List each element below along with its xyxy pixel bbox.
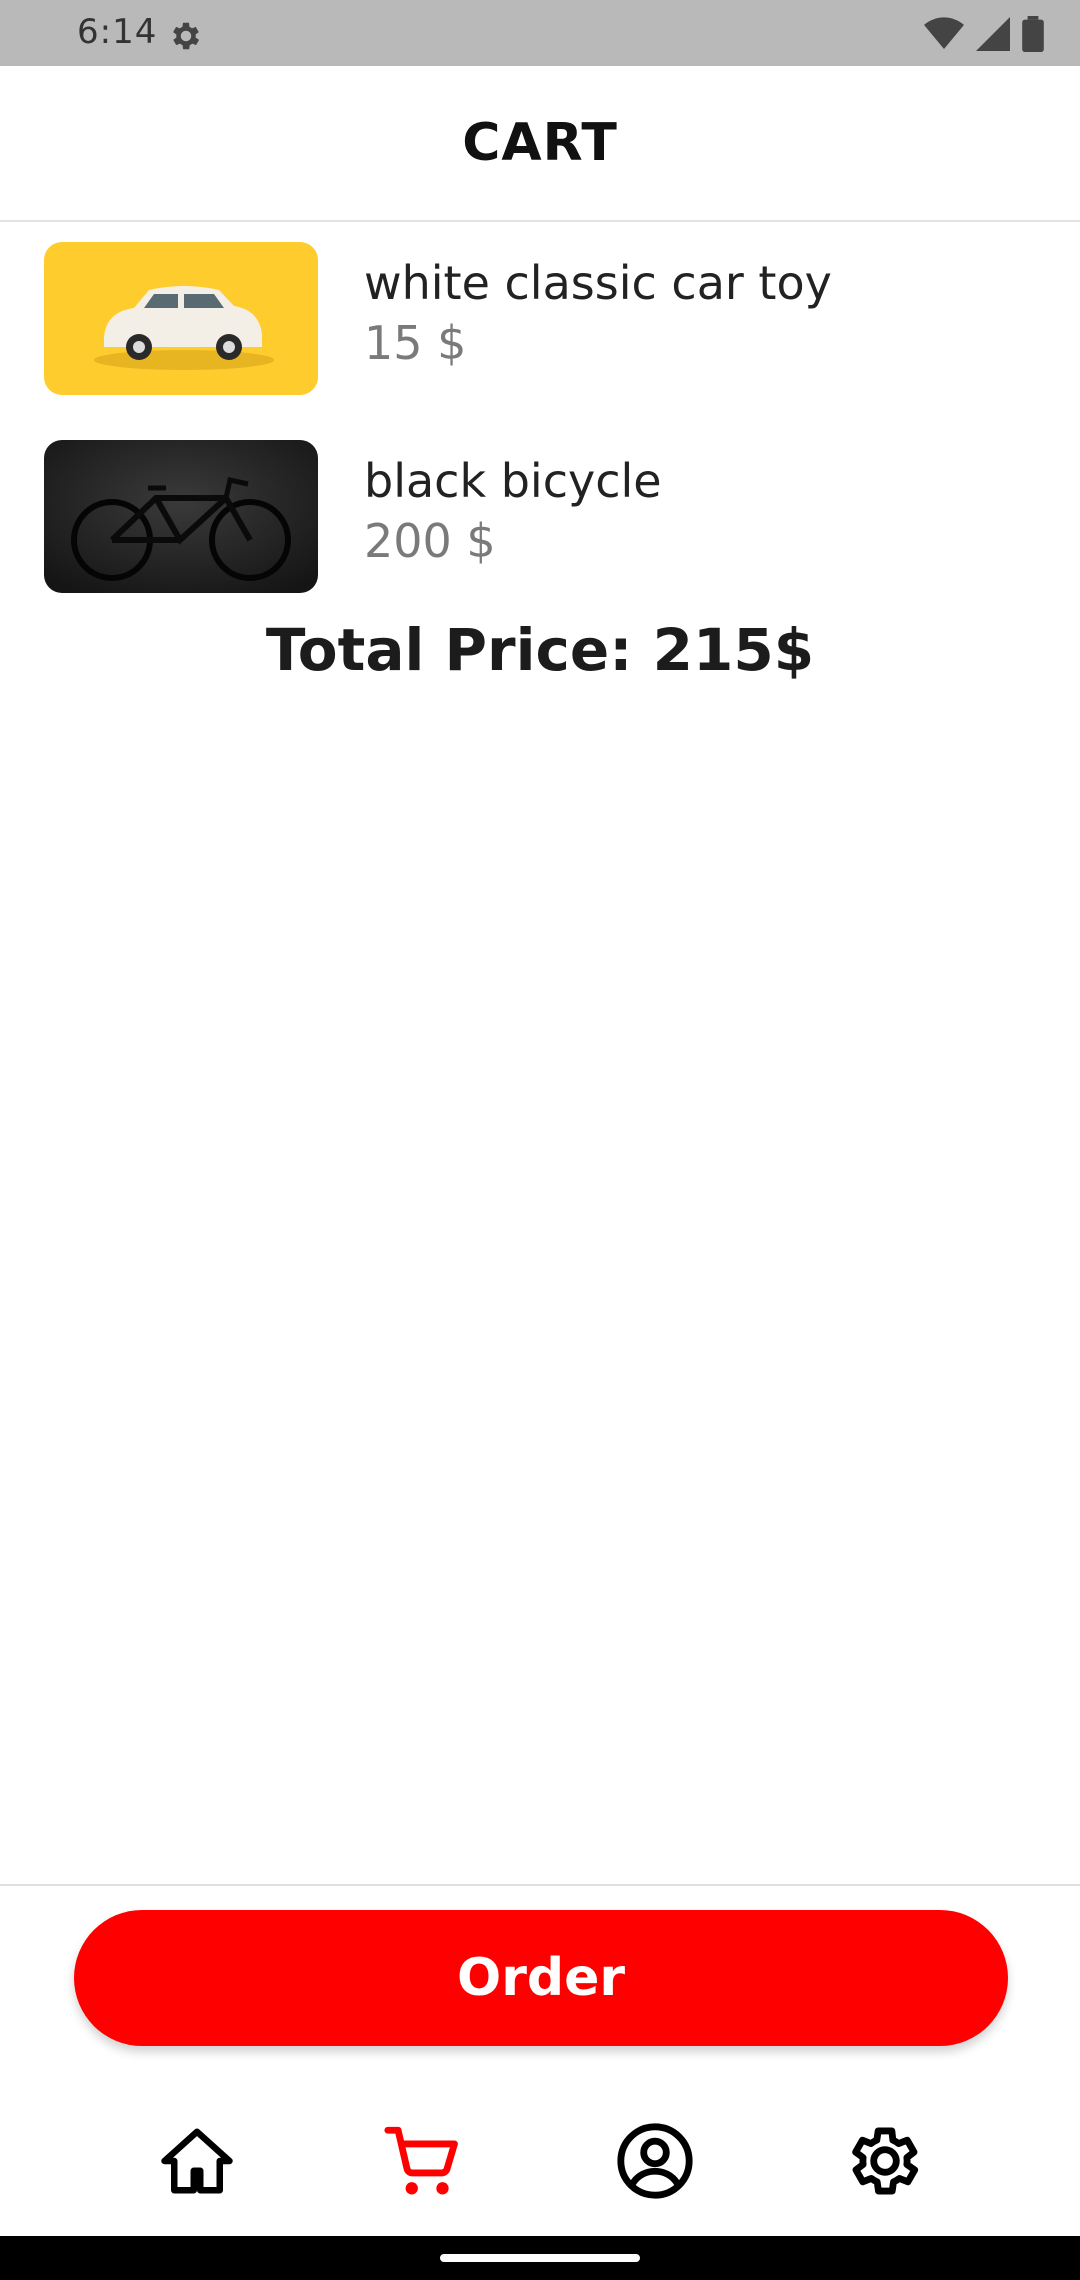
app-header: CART — [0, 66, 1080, 222]
status-bar: 6:14 — [0, 0, 1080, 66]
item-name: white classic car toy — [364, 256, 832, 310]
account-icon — [617, 2123, 693, 2199]
order-bar: Order — [0, 1884, 1080, 2068]
white-car-toy-image — [44, 242, 318, 395]
status-time: 6:14 — [77, 12, 158, 52]
gesture-handle[interactable] — [440, 2254, 640, 2262]
order-button[interactable]: Order — [74, 1910, 1008, 2046]
item-price: 15 $ — [364, 316, 467, 370]
page-title: CART — [462, 113, 618, 173]
settings-icon — [852, 2127, 919, 2195]
system-icons — [924, 16, 1044, 52]
cart-list: white classic car toy 15 $ black bicycle… — [0, 222, 1080, 618]
cellular-signal-icon — [976, 17, 1010, 51]
battery-icon — [1022, 16, 1044, 52]
nav-home[interactable] — [152, 2116, 242, 2206]
wifi-icon — [924, 17, 964, 49]
black-bicycle-image — [44, 440, 318, 593]
settings-icon — [173, 22, 200, 50]
item-price: 200 $ — [364, 514, 496, 568]
total-price: Total Price: 215$ — [265, 616, 815, 684]
cart-item[interactable]: black bicycle 200 $ — [0, 420, 1080, 618]
home-icon — [161, 2128, 233, 2194]
nav-account[interactable] — [610, 2116, 700, 2206]
item-name: black bicycle — [364, 454, 662, 508]
cart-icon — [384, 2126, 458, 2195]
nav-cart[interactable] — [377, 2116, 467, 2206]
system-navigation-bar — [0, 2236, 1080, 2280]
nav-settings[interactable] — [840, 2116, 930, 2206]
cart-item[interactable]: white classic car toy 15 $ — [0, 222, 1080, 420]
bottom-navigation — [0, 2068, 1080, 2236]
